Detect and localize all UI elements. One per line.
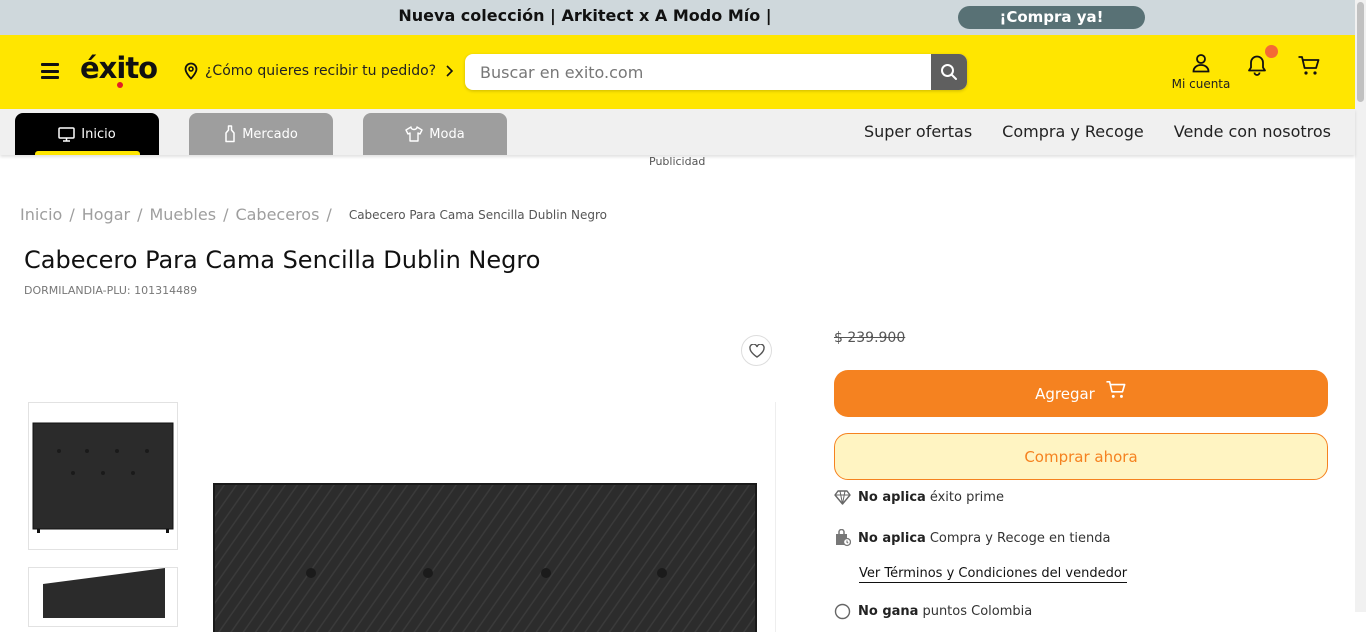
- product-title: Cabecero Para Cama Sencilla Dublin Negro: [24, 246, 541, 274]
- favorite-button[interactable]: [741, 335, 772, 366]
- breadcrumb-item[interactable]: Hogar: [82, 205, 130, 224]
- site-header: éxito ¿Cómo quieres recibir tu pedido? M…: [0, 35, 1355, 109]
- location-pin-icon: [184, 62, 198, 80]
- buy-now-button[interactable]: Comprar ahora: [834, 433, 1328, 480]
- info-row-prime: No aplica éxito prime: [834, 490, 1004, 505]
- buy-now-label: Comprar ahora: [1024, 447, 1138, 466]
- search-bar: [465, 54, 967, 90]
- tab-inicio-label: Inicio: [81, 126, 116, 142]
- chevron-right-icon: [446, 65, 454, 77]
- account-button[interactable]: Mi cuenta: [1170, 53, 1232, 91]
- location-prompt: ¿Cómo quieres recibir tu pedido?: [205, 63, 437, 79]
- promo-bar: Nueva colección | Arkitect x A Modo Mío …: [0, 0, 1355, 35]
- active-tab-indicator: [35, 151, 140, 155]
- account-label: Mi cuenta: [1171, 77, 1231, 91]
- breadcrumb-item[interactable]: Inicio: [20, 205, 62, 224]
- scroll-thumb[interactable]: [1357, 2, 1364, 102]
- nav-links: Super ofertas Compra y Recoge Vende con …: [864, 122, 1331, 141]
- cart-icon: [1298, 56, 1320, 75]
- nav-link-compra-y-recoge[interactable]: Compra y Recoge: [1002, 122, 1144, 141]
- headboard-thumbnail-image: [32, 422, 174, 533]
- user-icon: [1192, 54, 1210, 73]
- cart-button[interactable]: [1297, 55, 1321, 81]
- store-pickup-icon: [836, 529, 851, 547]
- tab-inicio[interactable]: Inicio: [15, 113, 159, 155]
- breadcrumb: Inicio / Hogar / Muebles / Cabeceros / Cabec…: [20, 205, 608, 224]
- info-prime-status: No aplica: [858, 490, 926, 505]
- product-main-image[interactable]: [196, 402, 776, 636]
- info-prime-text: éxito prime: [929, 490, 1004, 505]
- category-navbar: Inicio Mercado Moda Super ofertas Compra…: [0, 109, 1355, 155]
- product-thumbnail[interactable]: [28, 567, 178, 627]
- headboard-thumbnail-image: [43, 568, 165, 618]
- logo-dot: [117, 82, 123, 88]
- tab-moda-label: Moda: [429, 126, 465, 142]
- add-to-cart-button[interactable]: Agregar: [834, 370, 1328, 417]
- info-row-pickup: No aplica Compra y Recoge en tienda: [834, 529, 1111, 547]
- search-icon: [941, 64, 957, 80]
- bell-icon: [1248, 55, 1266, 76]
- hamburger-menu-icon[interactable]: [41, 63, 59, 79]
- notification-badge: [1265, 45, 1278, 58]
- headboard-image: [213, 483, 757, 636]
- info-pickup-status: No aplica: [858, 530, 926, 546]
- product-plu: DORMILANDIA-PLU: 101314489: [24, 284, 198, 297]
- heart-icon: [748, 343, 765, 358]
- info-pickup-text: Compra y Recoge en tienda: [929, 530, 1111, 546]
- ad-label: Publicidad: [649, 155, 706, 168]
- page-scrollbar[interactable]: [1355, 0, 1366, 612]
- tab-mercado-label: Mercado: [242, 126, 298, 142]
- search-input[interactable]: [465, 54, 931, 90]
- tab-mercado[interactable]: Mercado: [189, 113, 333, 155]
- exito-logo[interactable]: éxito: [80, 51, 158, 85]
- search-button[interactable]: [931, 54, 967, 90]
- product-thumbnail[interactable]: [28, 402, 178, 550]
- seller-terms-link[interactable]: Ver Términos y Condiciones del vendedor: [859, 566, 1128, 583]
- shirt-icon: [405, 126, 423, 142]
- delivery-location-selector[interactable]: ¿Cómo quieres recibir tu pedido?: [183, 62, 462, 80]
- diamond-icon: [834, 490, 851, 505]
- nav-link-vende-con-nosotros[interactable]: Vende con nosotros: [1174, 122, 1331, 141]
- old-price: $ 239.900: [834, 330, 906, 346]
- breadcrumb-current: Cabecero Para Cama Sencilla Dublin Negro: [348, 207, 608, 222]
- add-to-cart-label: Agregar: [1035, 384, 1095, 403]
- breadcrumb-item[interactable]: Cabeceros: [235, 205, 319, 224]
- notifications-button[interactable]: [1246, 54, 1268, 80]
- breadcrumb-item[interactable]: Muebles: [149, 205, 216, 224]
- monitor-icon: [58, 126, 76, 142]
- nav-link-super-ofertas[interactable]: Super ofertas: [864, 122, 972, 141]
- tab-moda[interactable]: Moda: [363, 113, 507, 155]
- bottle-icon: [225, 125, 235, 143]
- promo-cta-button[interactable]: ¡Compra ya!: [958, 6, 1145, 29]
- cart-icon: [1106, 380, 1126, 398]
